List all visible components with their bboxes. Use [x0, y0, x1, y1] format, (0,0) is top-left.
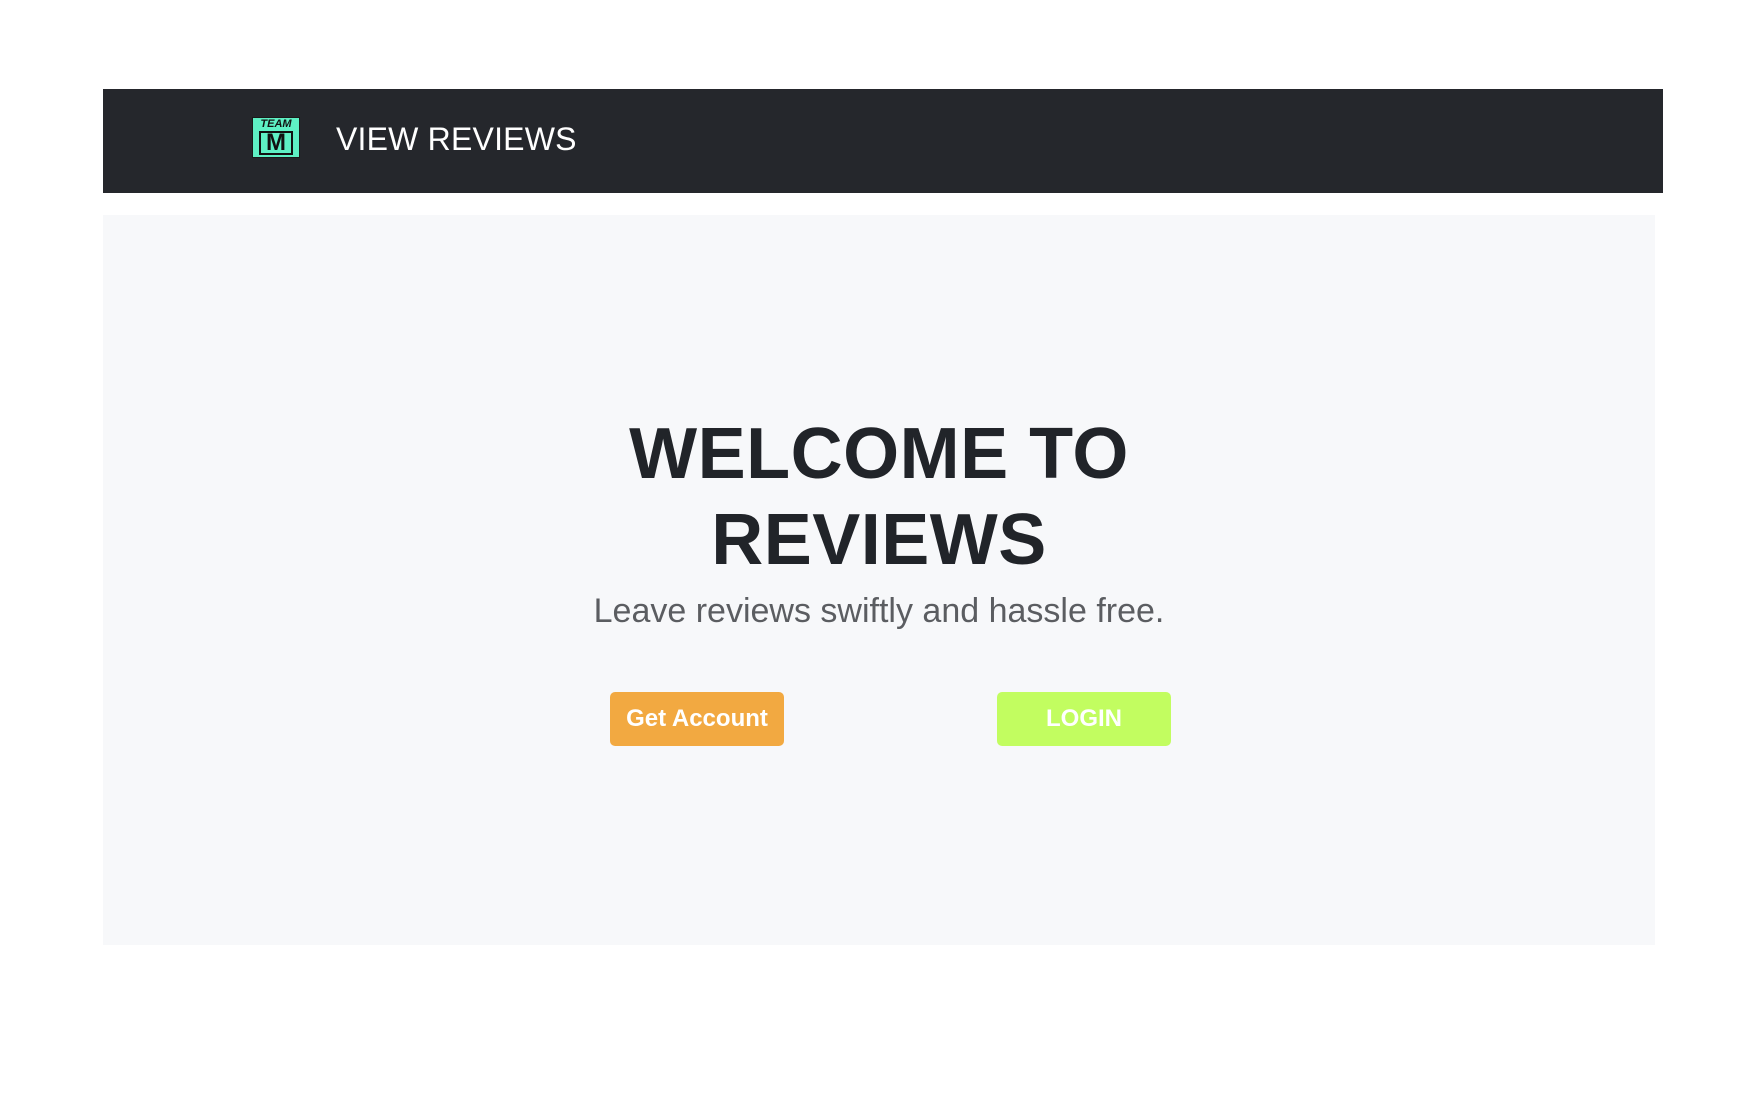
logo-letter: M	[259, 131, 293, 155]
page: TEAM M VIEW REVIEWS WELCOME TO REVIEWS L…	[0, 0, 1756, 1098]
hero-title-line-1: WELCOME TO	[629, 414, 1129, 494]
hero-title: WELCOME TO REVIEWS	[103, 411, 1655, 583]
login-button[interactable]: LOGIN	[997, 692, 1171, 746]
navbar: TEAM M VIEW REVIEWS	[103, 89, 1663, 193]
get-account-button[interactable]: Get Account	[610, 692, 784, 746]
hero-title-line-2: REVIEWS	[711, 500, 1047, 580]
hero-subtitle: Leave reviews swiftly and hassle free.	[593, 592, 1165, 630]
view-reviews-link[interactable]: VIEW REVIEWS	[336, 119, 577, 159]
hero-section: WELCOME TO REVIEWS Leave reviews swiftly…	[103, 215, 1655, 945]
team-m-logo[interactable]: TEAM M	[252, 117, 300, 158]
